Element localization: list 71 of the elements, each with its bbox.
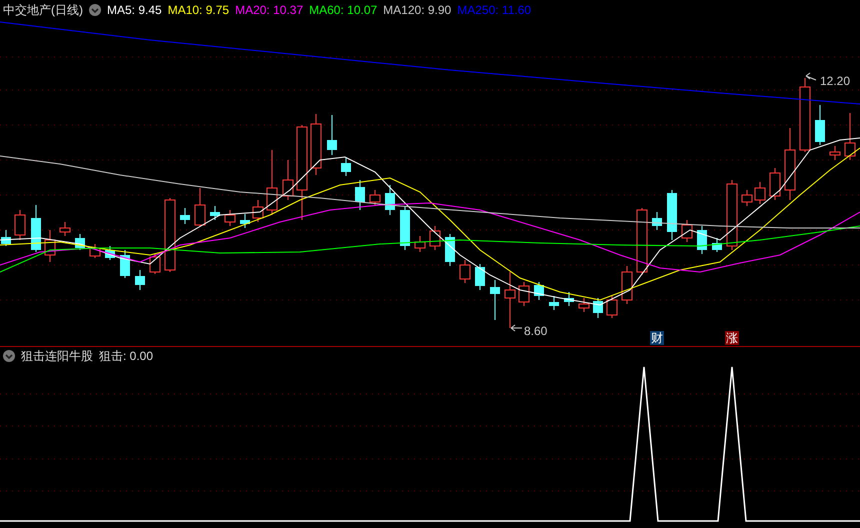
candlestick: [622, 266, 632, 304]
moving-average-label: MA60: 10.07: [309, 3, 378, 17]
low-price-label: 8.60: [524, 324, 548, 338]
candlestick: [652, 212, 662, 230]
candlestick: [105, 246, 115, 260]
candlestick: [564, 292, 574, 306]
moving-average-label: MA5: 9.45: [107, 3, 162, 17]
candlestick: [180, 208, 190, 224]
indicator-title: 狙击连阳牛股: [21, 348, 93, 364]
event-marker[interactable]: 涨: [725, 331, 739, 345]
candlestick: [430, 226, 440, 250]
candlestick: [90, 244, 100, 258]
candlestick: [504, 272, 516, 328]
candlestick: [135, 270, 145, 290]
event-marker[interactable]: 财: [650, 331, 664, 345]
candlestick: [355, 180, 365, 210]
candlestick: [475, 264, 485, 290]
candlestick: [240, 214, 250, 228]
candlestick: [341, 158, 351, 176]
candlestick: [370, 190, 380, 206]
candlestick: [490, 280, 500, 320]
dropdown-icon[interactable]: [89, 4, 101, 16]
candlestick: [120, 250, 130, 278]
candlestick: [593, 298, 603, 318]
candlestick: [549, 296, 559, 310]
candlestick: [194, 188, 206, 226]
candlestick: [31, 204, 41, 252]
candlestick: [534, 282, 544, 300]
pointer-arrow-icon: [806, 72, 816, 80]
high-price-label: 12.20: [820, 74, 850, 88]
candlestick: [606, 296, 618, 318]
candlestick: [830, 146, 840, 160]
candlestick: [224, 210, 236, 226]
candlestick: [385, 184, 395, 216]
candlestick: [60, 222, 70, 236]
candlestick: [726, 180, 738, 250]
candlestick: [400, 206, 410, 250]
dropdown-icon[interactable]: [3, 350, 15, 362]
candlestick: [75, 234, 85, 250]
candlestick: [578, 298, 590, 312]
candlestick: [210, 206, 220, 220]
candlestick: [682, 220, 692, 242]
candlestick: [712, 238, 722, 252]
candlestick: [636, 208, 648, 276]
candlestick: [414, 236, 426, 252]
candlestick: [742, 190, 752, 206]
candlestick: [770, 168, 780, 200]
candlestick: [697, 226, 707, 254]
candlestick: [518, 282, 530, 306]
candlestick: [1, 230, 11, 246]
indicator-reading: 狙击: 0.00: [99, 348, 154, 364]
moving-average-label: MA120: 9.90: [383, 3, 452, 17]
moving-average-label: MA250: 11.60: [457, 3, 532, 17]
candlestick: [815, 104, 825, 146]
candlestick: [310, 114, 322, 176]
candlestick: [252, 200, 264, 222]
candlestick: [14, 210, 26, 240]
candlestick: [150, 254, 160, 274]
candlestick: [667, 190, 677, 240]
moving-average-label: MA20: 10.37: [235, 3, 304, 17]
candlestick: [460, 260, 470, 284]
candlestick: [754, 182, 766, 204]
candlestick: [282, 160, 294, 200]
candlestick: [844, 112, 856, 160]
candlestick: [327, 114, 337, 156]
pointer-arrow-icon: [510, 324, 522, 332]
candlestick: [445, 234, 455, 266]
moving-average-label: MA10: 9.75: [168, 3, 230, 17]
chart-title: 中交地产(日线): [3, 2, 83, 18]
candlestick: [44, 230, 56, 262]
candlestick: [266, 150, 278, 216]
